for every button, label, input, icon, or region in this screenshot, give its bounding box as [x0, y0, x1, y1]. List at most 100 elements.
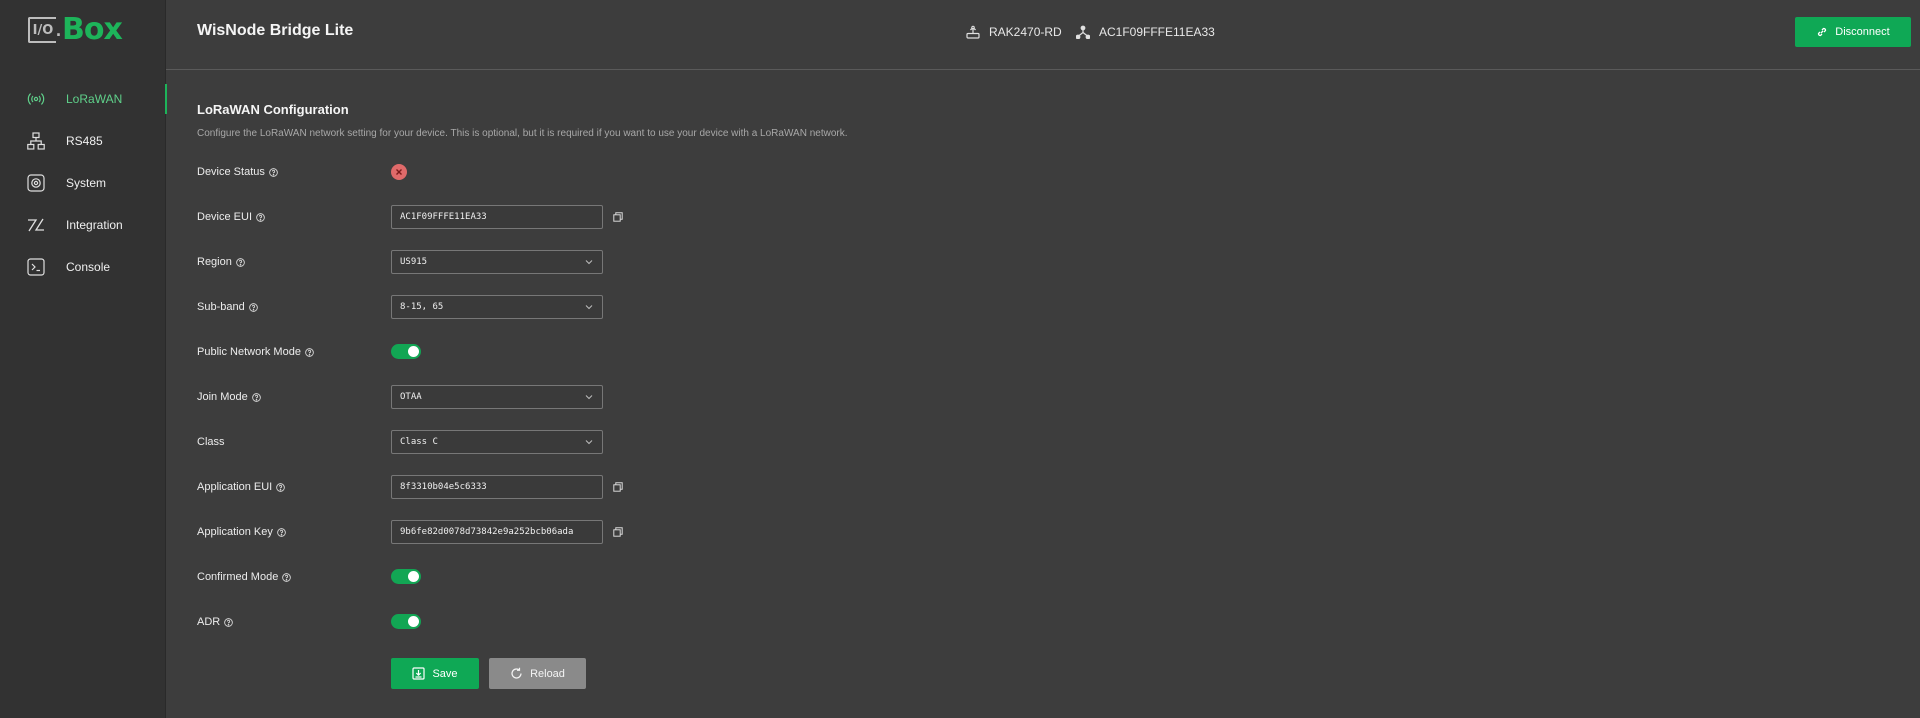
sub-band-label: Sub-band: [197, 301, 245, 313]
copy-icon[interactable]: [613, 524, 623, 542]
main-content: LoRaWAN Configuration Configure the LoRa…: [166, 71, 1920, 718]
toggle-knob: [408, 571, 419, 582]
sidebar-item-label: System: [66, 176, 107, 190]
save-icon: [412, 667, 426, 680]
logo-dot: .: [56, 20, 62, 40]
network-tree-icon: [26, 131, 46, 151]
application-eui-control: 8f3310b04e5c6333: [391, 475, 623, 499]
field-label: Class: [197, 428, 225, 456]
help-icon[interactable]: [224, 617, 234, 627]
public-network-mode-label: Public Network Mode: [197, 346, 301, 358]
field-label: Sub-band: [197, 293, 258, 321]
reload-button[interactable]: Reload: [489, 658, 586, 689]
public-network-mode-toggle[interactable]: [391, 344, 421, 359]
device-eui-control: AC1F09FFFE11EA33: [391, 205, 623, 229]
sidebar-item-label: LoRaWAN: [66, 92, 123, 106]
device-eui-input[interactable]: AC1F09FFFE11EA33: [391, 205, 603, 229]
sub-band-control: 8-15, 65: [391, 295, 603, 319]
help-icon[interactable]: [248, 302, 258, 312]
disconnect-button[interactable]: Disconnect: [1795, 17, 1911, 47]
region-label: Region: [197, 256, 232, 268]
device-eui-field-label: Device EUI: [197, 211, 253, 223]
class-select[interactable]: Class C: [391, 430, 603, 454]
adr-label: ADR: [197, 616, 221, 628]
field-label: Public Network Mode: [197, 338, 314, 366]
help-icon[interactable]: [305, 347, 314, 357]
sidebar-item-lorawan[interactable]: LoRaWAN: [0, 78, 167, 120]
help-icon[interactable]: [276, 482, 286, 492]
sidebar-item-system[interactable]: System: [0, 162, 166, 204]
integration-icon: [26, 215, 46, 235]
network-node-icon: [1076, 25, 1090, 39]
class-row: Class Class C: [197, 428, 1097, 456]
help-icon[interactable]: [256, 212, 265, 222]
adr-toggle[interactable]: [391, 614, 421, 629]
disconnect-label: Disconnect: [1835, 26, 1890, 38]
join-mode-value: OTAA: [400, 392, 422, 402]
chevron-down-icon: [585, 440, 593, 445]
sidebar-item-label: Integration: [66, 218, 123, 232]
wireless-signal-icon: [26, 89, 46, 109]
application-eui-input[interactable]: 8f3310b04e5c6333: [391, 475, 603, 499]
terminal-icon: [26, 257, 46, 277]
logo-io: I/O: [28, 17, 56, 43]
confirmed-mode-label: Confirmed Mode: [197, 571, 279, 583]
field-label: Device Status: [197, 158, 278, 186]
application-key-control: 9b6fe82d0078d73842e9a252bcb06ada: [391, 520, 623, 544]
logo-box: Box: [62, 12, 123, 47]
class-value: Class C: [400, 437, 438, 447]
device-status-label: Device Status: [197, 166, 265, 178]
chevron-down-icon: [585, 260, 593, 265]
device-eui-info: AC1F09FFFE11EA33: [1076, 25, 1215, 39]
sub-band-select[interactable]: 8-15, 65: [391, 295, 603, 319]
error-status-icon: [391, 164, 407, 180]
help-icon[interactable]: [277, 527, 286, 537]
class-control: Class C: [391, 430, 603, 454]
save-button[interactable]: Save: [391, 658, 479, 689]
join-mode-control: OTAA: [391, 385, 603, 409]
field-label: Confirmed Mode: [197, 563, 292, 591]
help-icon[interactable]: [236, 257, 245, 267]
gateway-icon: [966, 25, 980, 39]
field-label: Application Key: [197, 518, 286, 546]
sidebar-nav: LoRaWAN RS485 System Integration Console: [0, 78, 167, 288]
sidebar-item-console[interactable]: Console: [0, 246, 166, 288]
help-icon[interactable]: [251, 392, 261, 402]
help-icon[interactable]: [269, 167, 278, 177]
application-key-row: Application Key 9b6fe82d0078d73842e9a252…: [197, 518, 1097, 546]
public-network-mode-row: Public Network Mode: [197, 338, 1097, 366]
reload-icon: [511, 667, 522, 679]
chevron-down-icon: [585, 395, 593, 400]
sidebar-item-label: Console: [66, 260, 111, 274]
region-control: US915: [391, 250, 603, 274]
application-key-label: Application Key: [197, 526, 273, 538]
join-mode-select[interactable]: OTAA: [391, 385, 603, 409]
region-select[interactable]: US915: [391, 250, 603, 274]
confirmed-mode-row: Confirmed Mode: [197, 563, 1097, 591]
adr-row: ADR: [197, 608, 1097, 636]
field-label: Region: [197, 248, 245, 276]
device-status-row: Device Status: [197, 158, 1097, 186]
device-model-info: RAK2470-RD: [966, 25, 1062, 39]
sidebar: I/O . Box LoRaWAN RS485 System Integrati…: [0, 0, 167, 718]
device-status-indicator: [391, 160, 407, 180]
sub-band-value: 8-15, 65: [400, 302, 444, 312]
sidebar-item-integration[interactable]: Integration: [0, 204, 166, 246]
confirmed-mode-toggle[interactable]: [391, 569, 421, 584]
field-label: Application EUI: [197, 473, 286, 501]
adr-control: [391, 610, 421, 629]
sub-band-row: Sub-band 8-15, 65: [197, 293, 1097, 321]
copy-icon[interactable]: [613, 209, 623, 227]
application-key-input[interactable]: 9b6fe82d0078d73842e9a252bcb06ada: [391, 520, 603, 544]
copy-icon[interactable]: [613, 479, 623, 497]
reload-label: Reload: [530, 667, 565, 680]
toggle-knob: [408, 616, 419, 627]
class-label: Class: [197, 436, 225, 448]
settings-chip-icon: [26, 173, 46, 193]
logo: I/O . Box: [28, 12, 123, 47]
help-icon[interactable]: [282, 572, 292, 582]
join-mode-label: Join Mode: [197, 391, 248, 403]
field-label: ADR: [197, 608, 234, 636]
device-eui-row: Device EUI AC1F09FFFE11EA33: [197, 203, 1097, 231]
sidebar-item-rs485[interactable]: RS485: [0, 120, 166, 162]
